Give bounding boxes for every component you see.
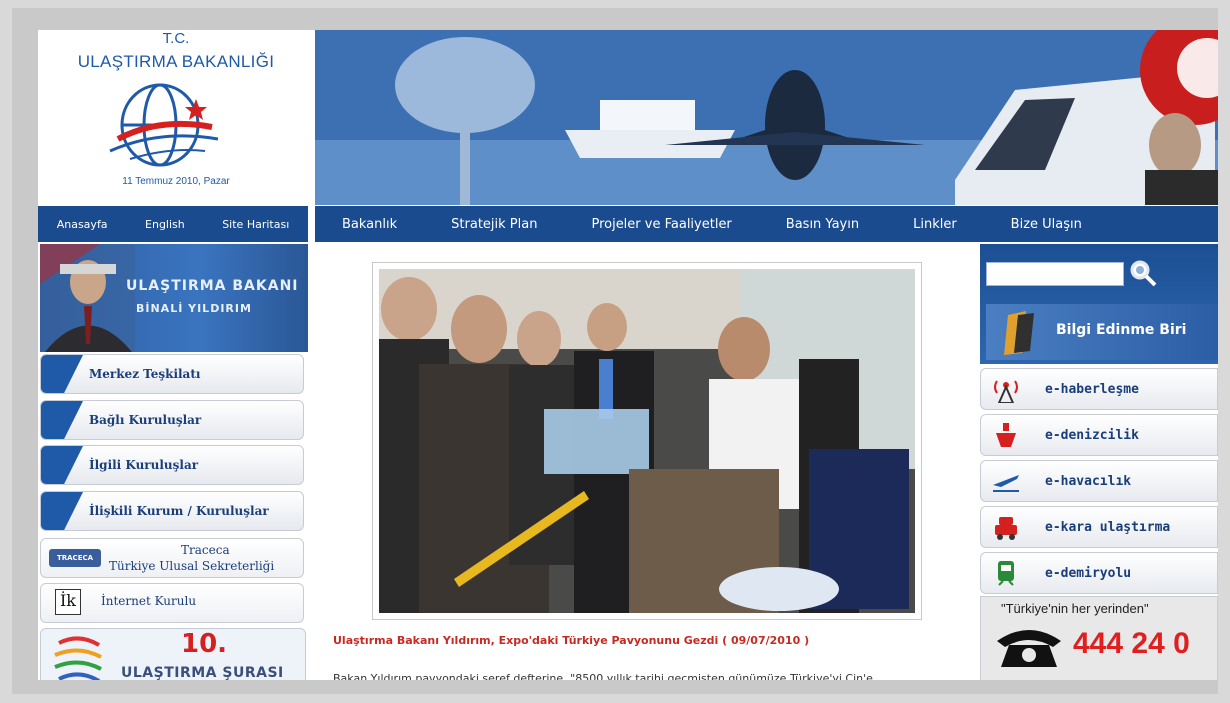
- minister-title: ULAŞTIRMA BAKANI: [126, 278, 299, 294]
- current-date: 11 Temmuz 2010, Pazar: [122, 176, 230, 187]
- nav-bakanlik[interactable]: Bakanlık: [342, 217, 397, 232]
- nav-basin-yayin[interactable]: Basın Yayın: [786, 217, 859, 232]
- globe-emblem-icon: [109, 83, 219, 167]
- e-service-label: e-havacılık: [1045, 474, 1132, 489]
- bilgi-edinme-link[interactable]: Bilgi Edinme Biri: [986, 304, 1218, 360]
- e-service-label: e-denizcilik: [1045, 428, 1139, 443]
- minister-photo: [40, 244, 135, 352]
- utility-nav: Anasayfa English Site Haritası: [38, 206, 308, 242]
- ship-icon: [996, 423, 1016, 447]
- search-input[interactable]: [986, 262, 1124, 286]
- main-nav: Bakanlık Stratejik Plan Projeler ve Faal…: [315, 206, 1218, 242]
- antenna-icon: [994, 380, 1018, 403]
- books-icon: [1004, 311, 1034, 355]
- ministry-logo[interactable]: T.C. ULAŞTIRMA BAKANLIĞI 11 Temmuz 2010,…: [38, 30, 314, 205]
- nav-projeler[interactable]: Projeler ve Faaliyetler: [591, 217, 731, 232]
- menu-tab-icon: [41, 492, 83, 530]
- header-banner: [315, 30, 1218, 205]
- nav-site-map[interactable]: Site Haritası: [222, 218, 289, 231]
- e-haberlesme-link[interactable]: e-haberleşme: [980, 368, 1218, 410]
- e-service-label: e-haberleşme: [1045, 382, 1139, 397]
- nav-english[interactable]: English: [145, 218, 185, 231]
- minister-name: BİNALİ YILDIRIM: [136, 302, 252, 315]
- nav-anasayfa[interactable]: Anasayfa: [57, 218, 108, 231]
- nav-stratejik-plan[interactable]: Stratejik Plan: [451, 217, 537, 232]
- ulastirma-surasi-banner[interactable]: 10. ULAŞTIRMA ŞURASI: [40, 628, 306, 680]
- menu-label: İlişkili Kurum / Kuruluşlar: [89, 504, 269, 518]
- menu-label: İlgili Kuruluşlar: [89, 458, 199, 472]
- sura-label: ULAŞTIRMA ŞURASI: [121, 665, 284, 680]
- news-photo-frame[interactable]: [372, 262, 922, 620]
- ik-logo-icon: İk: [55, 589, 81, 615]
- logo-line1: T.C.: [162, 30, 190, 47]
- search-icon[interactable]: [1128, 258, 1158, 288]
- e-service-label: e-kara ulaştırma: [1045, 520, 1171, 535]
- traceca-subtitle: Türkiye Ulusal Sekreterliği: [109, 559, 275, 573]
- menu-label: Merkez Teşkilatı: [89, 367, 201, 381]
- menu-label: Bağlı Kuruluşlar: [89, 413, 202, 427]
- telephone-icon: [997, 630, 1061, 667]
- hotline-number: 444 24 0: [1073, 627, 1190, 660]
- expo-visit-image: [379, 269, 915, 613]
- e-kara-ulastirma-link[interactable]: e-kara ulaştırma: [980, 506, 1218, 548]
- menu-merkez-teskilati[interactable]: Merkez Teşkilatı: [40, 354, 304, 394]
- train-icon: [998, 561, 1014, 586]
- e-demiryolu-link[interactable]: e-demiryolu: [980, 552, 1218, 594]
- sura-number: 10.: [181, 629, 228, 659]
- traceca-logo: TRACECA: [49, 549, 101, 567]
- traceca-title: Traceca: [181, 543, 230, 557]
- traceca-link[interactable]: TRACECA Traceca Türkiye Ulusal Sekreterl…: [40, 538, 304, 578]
- menu-ilgili-kuruluslar[interactable]: İlgili Kuruluşlar: [40, 445, 304, 485]
- news-headline[interactable]: Ulaştırma Bakanı Yıldırım, Expo'daki Tür…: [333, 634, 809, 647]
- logo-line2: ULAŞTIRMA BAKANLIĞI: [77, 52, 275, 71]
- menu-iliskili-kurumlar[interactable]: İlişkili Kurum / Kuruluşlar: [40, 491, 304, 531]
- menu-bagli-kuruluslar[interactable]: Bağlı Kuruluşlar: [40, 400, 304, 440]
- e-service-label: e-demiryolu: [1045, 566, 1132, 581]
- sura-emblem-icon: [54, 636, 102, 680]
- search-panel: Bilgi Edinme Biri: [980, 244, 1218, 364]
- menu-tab-icon: [41, 446, 83, 484]
- airplane-icon: [993, 475, 1019, 492]
- transport-collage-image: [315, 30, 1218, 205]
- site-page: T.C. ULAŞTIRMA BAKANLIĞI 11 Temmuz 2010,…: [38, 30, 1218, 680]
- news-photo: [379, 269, 915, 613]
- nav-linkler[interactable]: Linkler: [913, 217, 957, 232]
- internet-kurulu-link[interactable]: İk İnternet Kurulu: [40, 583, 304, 623]
- nav-bize-ulasin[interactable]: Bize Ulaşın: [1011, 217, 1082, 232]
- e-havacilik-link[interactable]: e-havacılık: [980, 460, 1218, 502]
- menu-tab-icon: [41, 355, 83, 393]
- menu-tab-icon: [41, 401, 83, 439]
- internet-kurulu-label: İnternet Kurulu: [101, 594, 197, 608]
- bilgi-edinme-label: Bilgi Edinme Biri: [1056, 322, 1187, 338]
- minister-banner[interactable]: ULAŞTIRMA BAKANI BİNALİ YILDIRIM: [40, 244, 308, 352]
- hotline-box[interactable]: "Türkiye'nin her yerinden" 444 24 0: [980, 596, 1218, 680]
- hotline-caption: "Türkiye'nin her yerinden": [1001, 601, 1149, 616]
- e-denizcilik-link[interactable]: e-denizcilik: [980, 414, 1218, 456]
- news-body: Bakan Yıldırım pavyondaki şeref defterin…: [333, 672, 873, 680]
- car-icon: [995, 517, 1017, 540]
